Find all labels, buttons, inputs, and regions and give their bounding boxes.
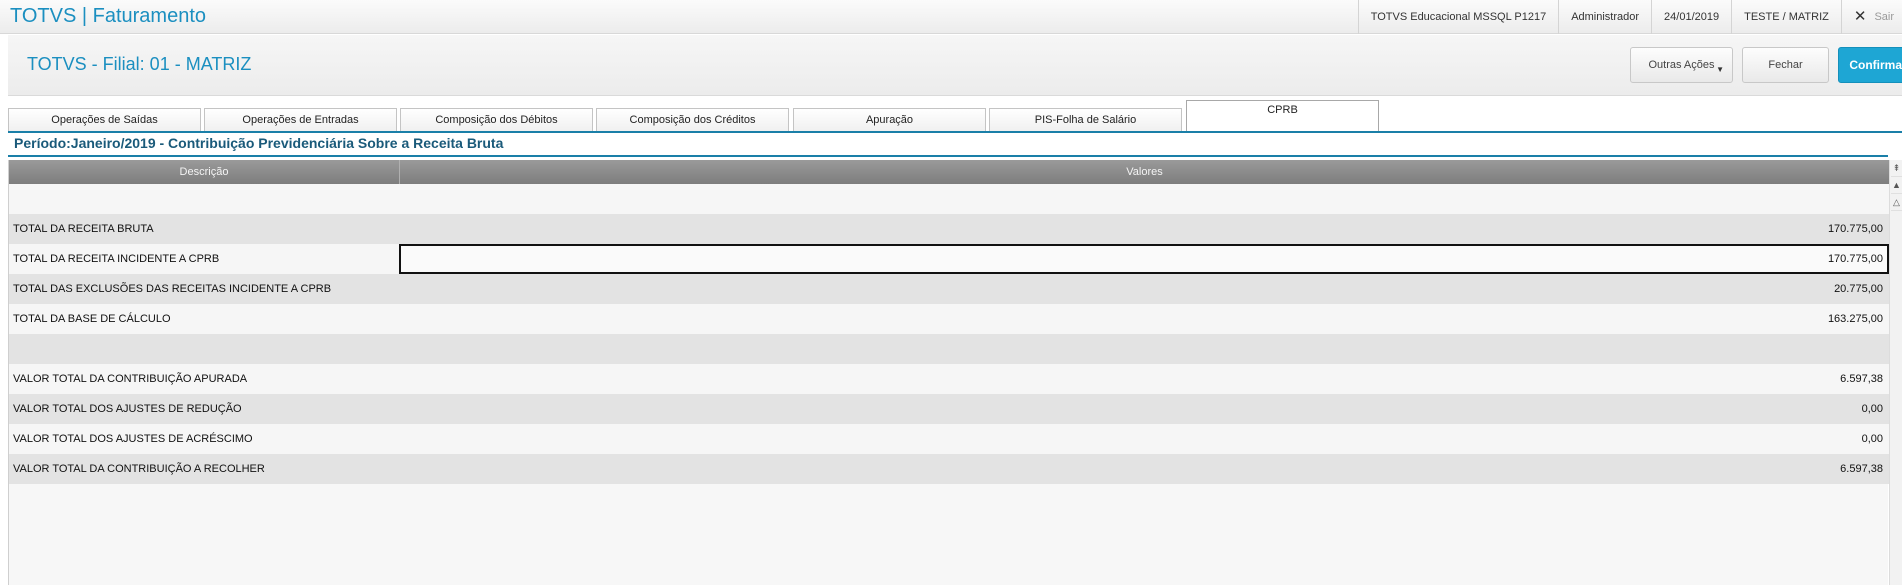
tab-composicao-creditos[interactable]: Composição dos Créditos [596, 108, 789, 131]
table-row[interactable]: TOTAL DA RECEITA BRUTA 170.775,00 [9, 214, 1889, 244]
table-row[interactable] [9, 184, 1889, 214]
row-description: TOTAL DA RECEITA BRUTA [13, 223, 154, 235]
table-row[interactable]: TOTAL DAS EXCLUSÕES DAS RECEITAS INCIDEN… [9, 274, 1889, 304]
date-label: 24/01/2019 [1651, 0, 1731, 34]
grid-scrollbar[interactable]: ⇞ ▲ △ [1889, 160, 1902, 585]
tab-operacoes-saidas[interactable]: Operações de Saídas [8, 108, 201, 131]
more-actions-button[interactable]: Outras Ações ▼ [1630, 47, 1733, 83]
tab-bar: Operações de Saídas Operações de Entrada… [8, 100, 1902, 133]
row-value: 6.597,38 [1840, 373, 1883, 385]
company-label: TESTE / MATRIZ [1731, 0, 1841, 34]
exit-label: Sair [1874, 11, 1894, 23]
row-value: 170.775,00 [1827, 253, 1883, 265]
arrow-up-small-icon[interactable]: △ [1891, 194, 1902, 211]
top-bar: TOTVS | Faturamento TOTVS Educacional MS… [0, 0, 1902, 34]
row-value: 163.275,00 [1827, 313, 1883, 325]
user-label: Administrador [1558, 0, 1651, 34]
page-title: TOTVS - Filial: 01 - MATRIZ [27, 54, 252, 74]
row-value: 6.597,38 [1840, 463, 1883, 475]
period-divider [8, 155, 1888, 157]
table-row[interactable]: VALOR TOTAL DA CONTRIBUIÇÃO A RECOLHER 6… [9, 454, 1889, 484]
column-header-valores[interactable]: Valores [400, 160, 1889, 184]
row-description: VALOR TOTAL DA CONTRIBUIÇÃO A RECOLHER [13, 463, 265, 475]
table-row[interactable]: VALOR TOTAL DOS AJUSTES DE REDUÇÃO 0,00 [9, 394, 1889, 424]
cprb-grid: Descrição Valores TOTAL DA RECEITA BRUTA… [8, 160, 1889, 585]
row-value: 0,00 [1861, 433, 1883, 445]
row-description: VALOR TOTAL DOS AJUSTES DE ACRÉSCIMO [13, 433, 253, 445]
environment-label: TOTVS Educacional MSSQL P1217 [1357, 0, 1558, 34]
table-row-selected[interactable]: TOTAL DA RECEITA INCIDENTE A CPRB 170.77… [9, 244, 1889, 274]
period-title: Período:Janeiro/2019 - Contribuição Prev… [14, 135, 504, 151]
arrow-up-icon[interactable]: ▲ [1891, 177, 1902, 194]
scroll-top-icon[interactable]: ⇞ [1891, 160, 1902, 177]
tab-underline [8, 131, 1902, 133]
row-description: VALOR TOTAL DOS AJUSTES DE REDUÇÃO [13, 403, 242, 415]
row-value: 20.775,00 [1834, 283, 1883, 295]
confirm-button[interactable]: Confirmar [1838, 47, 1902, 83]
column-header-descricao[interactable]: Descrição [9, 160, 400, 184]
tab-composicao-debitos[interactable]: Composição dos Débitos [400, 108, 593, 131]
grid-header: Descrição Valores [9, 160, 1889, 184]
row-value: 170.775,00 [1827, 223, 1883, 235]
tab-pis-folha[interactable]: PIS-Folha de Salário [989, 108, 1182, 131]
exit-button[interactable]: ✕ Sair [1840, 0, 1902, 34]
tab-apuracao[interactable]: Apuração [793, 108, 986, 131]
row-description: VALOR TOTAL DA CONTRIBUIÇÃO APURADA [13, 373, 248, 385]
close-button[interactable]: Fechar [1742, 47, 1829, 83]
table-row[interactable] [9, 334, 1889, 364]
page-header: TOTVS - Filial: 01 - MATRIZ Outras Ações… [8, 35, 1902, 96]
row-description: TOTAL DAS EXCLUSÕES DAS RECEITAS INCIDEN… [13, 283, 332, 295]
row-value: 0,00 [1861, 403, 1883, 415]
selected-value-cell[interactable]: 170.775,00 [399, 244, 1889, 274]
table-row[interactable]: VALOR TOTAL DA CONTRIBUIÇÃO APURADA 6.59… [9, 364, 1889, 394]
row-description: TOTAL DA BASE DE CÁLCULO [13, 313, 171, 325]
app-title: TOTVS | Faturamento [10, 5, 207, 27]
table-row[interactable]: TOTAL DA BASE DE CÁLCULO 163.275,00 [9, 304, 1889, 334]
more-actions-label: Outras Ações [1648, 59, 1715, 71]
row-description: TOTAL DA RECEITA INCIDENTE A CPRB [13, 253, 220, 265]
close-icon: ✕ [1853, 8, 1867, 25]
tab-operacoes-entradas[interactable]: Operações de Entradas [204, 108, 397, 131]
tab-cprb[interactable]: CPRB [1186, 100, 1379, 132]
session-info: TOTVS Educacional MSSQL P1217 Administra… [1357, 0, 1902, 34]
table-row[interactable]: VALOR TOTAL DOS AJUSTES DE ACRÉSCIMO 0,0… [9, 424, 1889, 454]
chevron-down-icon: ▼ [1716, 65, 1724, 74]
